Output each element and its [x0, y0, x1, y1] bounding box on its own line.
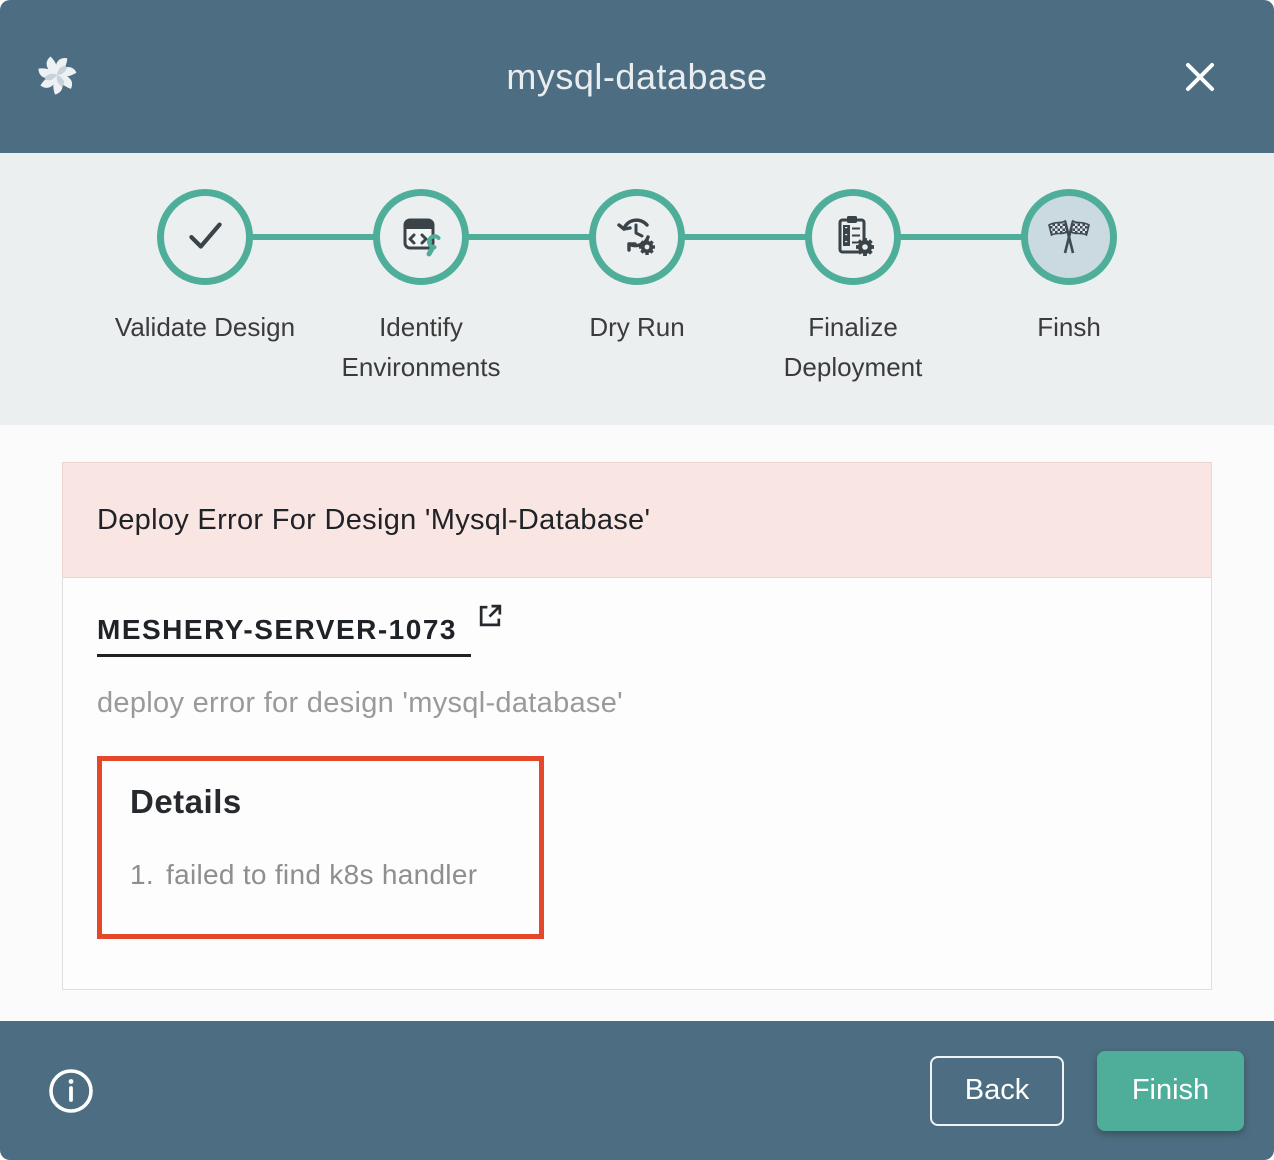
back-button[interactable]: Back — [930, 1056, 1064, 1126]
details-list-item: failed to find k8s handler — [162, 859, 511, 891]
finish-button[interactable]: Finish — [1097, 1051, 1244, 1131]
clipboard-gear-icon — [830, 212, 876, 263]
step-label: Validate Design — [115, 307, 295, 347]
error-details-box: Details failed to find k8s handler — [97, 756, 544, 939]
deployment-wizard-modal: mysql-database — [0, 0, 1274, 1160]
info-icon[interactable] — [46, 1066, 96, 1116]
step-label: Finsh — [1037, 307, 1101, 347]
step-circle-dry-run — [589, 189, 685, 285]
step-dry-run: Dry Run — [529, 189, 745, 387]
external-link-icon — [477, 602, 504, 634]
step-circle-finish — [1021, 189, 1117, 285]
dry-run-clock-icon — [614, 212, 660, 263]
error-code-row: MESHERY-SERVER-1073 — [97, 614, 1177, 657]
check-icon — [182, 212, 228, 263]
error-panel-header: Deploy Error For Design 'Mysql-Database' — [62, 462, 1212, 578]
code-wrench-icon — [398, 212, 444, 263]
step-finish: Finsh — [961, 189, 1177, 387]
modal-content: Deploy Error For Design 'Mysql-Database'… — [0, 425, 1274, 1021]
deploy-error-panel: Deploy Error For Design 'Mysql-Database'… — [62, 462, 1212, 990]
details-list: failed to find k8s handler — [130, 859, 511, 891]
step-label: Identify Environments — [314, 307, 528, 387]
modal-footer: Back Finish — [0, 1021, 1274, 1160]
step-identify-environments: Identify Environments — [313, 189, 529, 387]
step-circle-identify — [373, 189, 469, 285]
step-label: Finalize Deployment — [746, 307, 960, 387]
checkered-flags-icon — [1045, 211, 1093, 264]
step-circle-finalize — [805, 189, 901, 285]
step-validate-design: Validate Design — [97, 189, 313, 387]
close-icon[interactable] — [1178, 55, 1222, 99]
modal-titlebar: mysql-database — [0, 0, 1274, 153]
step-finalize-deployment: Finalize Deployment — [745, 189, 961, 387]
step-label: Dry Run — [589, 307, 684, 347]
error-description: deploy error for design 'mysql-database' — [97, 687, 1177, 720]
step-circle-validate — [157, 189, 253, 285]
modal-title: mysql-database — [506, 56, 767, 98]
deployment-stepper: Validate Design — [0, 153, 1274, 425]
meshery-logo — [30, 48, 84, 102]
error-panel-title: Deploy Error For Design 'Mysql-Database' — [97, 504, 650, 537]
error-code-link[interactable]: MESHERY-SERVER-1073 — [97, 614, 471, 657]
error-panel-body: MESHERY-SERVER-1073 deploy error for des… — [62, 578, 1212, 990]
details-heading: Details — [130, 783, 511, 821]
